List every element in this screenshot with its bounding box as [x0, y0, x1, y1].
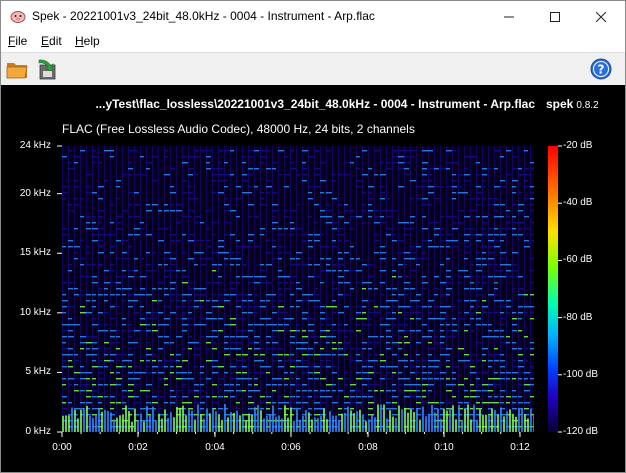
minimize-icon [504, 16, 514, 17]
frequency-tick-label: 20 kHz [19, 187, 51, 199]
folder-open-icon [6, 63, 28, 79]
frequency-tick-label: 10 kHz [19, 306, 51, 318]
time-tick-label: 0:00 [52, 442, 72, 453]
db-tick-label: -40 dB [563, 197, 593, 209]
db-tick-label: -20 dB [563, 140, 593, 151]
db-tick-label: -80 dB [563, 311, 593, 323]
menu-file[interactable]: File [8, 34, 27, 48]
time-tick-label: 0:02 [128, 442, 148, 453]
menu-edit[interactable]: Edit [41, 34, 62, 48]
help-icon: ? [590, 58, 612, 80]
menu-help[interactable]: Help [75, 34, 100, 48]
db-tick-label: -60 dB [563, 254, 593, 266]
close-button[interactable] [578, 1, 624, 32]
save-icon [38, 59, 56, 80]
spek-logo: spek 0.8.2 [546, 97, 599, 111]
maximize-icon [550, 11, 560, 22]
db-tick-label: -100 dB [563, 368, 599, 380]
time-tick-label: 0:08 [358, 442, 378, 453]
time-tick-label: 0:06 [281, 442, 301, 453]
close-icon [596, 11, 606, 22]
menu-bar: File Edit Help [1, 32, 625, 53]
save-button[interactable] [35, 57, 61, 83]
file-title: ...yTest\flac_lossless\20221001v3_24bit_… [95, 97, 535, 111]
title-bar[interactable]: Spek - 20221001v3_24bit_48.0kHz - 0004 -… [1, 1, 625, 32]
spectrogram-plot[interactable] [62, 146, 534, 432]
minimize-button[interactable] [486, 1, 532, 32]
help-button[interactable]: ? [589, 57, 615, 83]
time-tick-label: 0:04 [205, 442, 225, 453]
spek-window: Spek - 20221001v3_24bit_48.0kHz - 0004 -… [0, 0, 626, 473]
file-info: FLAC (Free Lossless Audio Codec), 48000 … [62, 122, 415, 136]
frequency-tick-label: 15 kHz [19, 247, 51, 259]
maximize-button[interactable] [532, 1, 578, 32]
spectrogram-image [62, 146, 534, 432]
spectrogram-view[interactable]: ...yTest\flac_lossless\20221001v3_24bit_… [1, 85, 625, 472]
window-title: Spek - 20221001v3_24bit_48.0kHz - 0004 -… [32, 9, 375, 23]
time-tick-label: 0:12 [510, 442, 530, 453]
frequency-tick-label: 5 kHz [25, 366, 51, 378]
spek-version: 0.8.2 [576, 100, 599, 111]
db-colorbar [548, 146, 558, 432]
svg-text:?: ? [598, 63, 605, 77]
frequency-tick-label: 0 kHz [25, 426, 51, 437]
time-tick-label: 0:10 [434, 442, 454, 453]
frequency-tick-label: 24 kHz [19, 140, 51, 151]
spek-app-icon [10, 11, 26, 23]
open-file-button[interactable] [5, 57, 31, 83]
db-tick-label: -120 dB [563, 426, 599, 437]
toolbar: ? [1, 53, 625, 85]
